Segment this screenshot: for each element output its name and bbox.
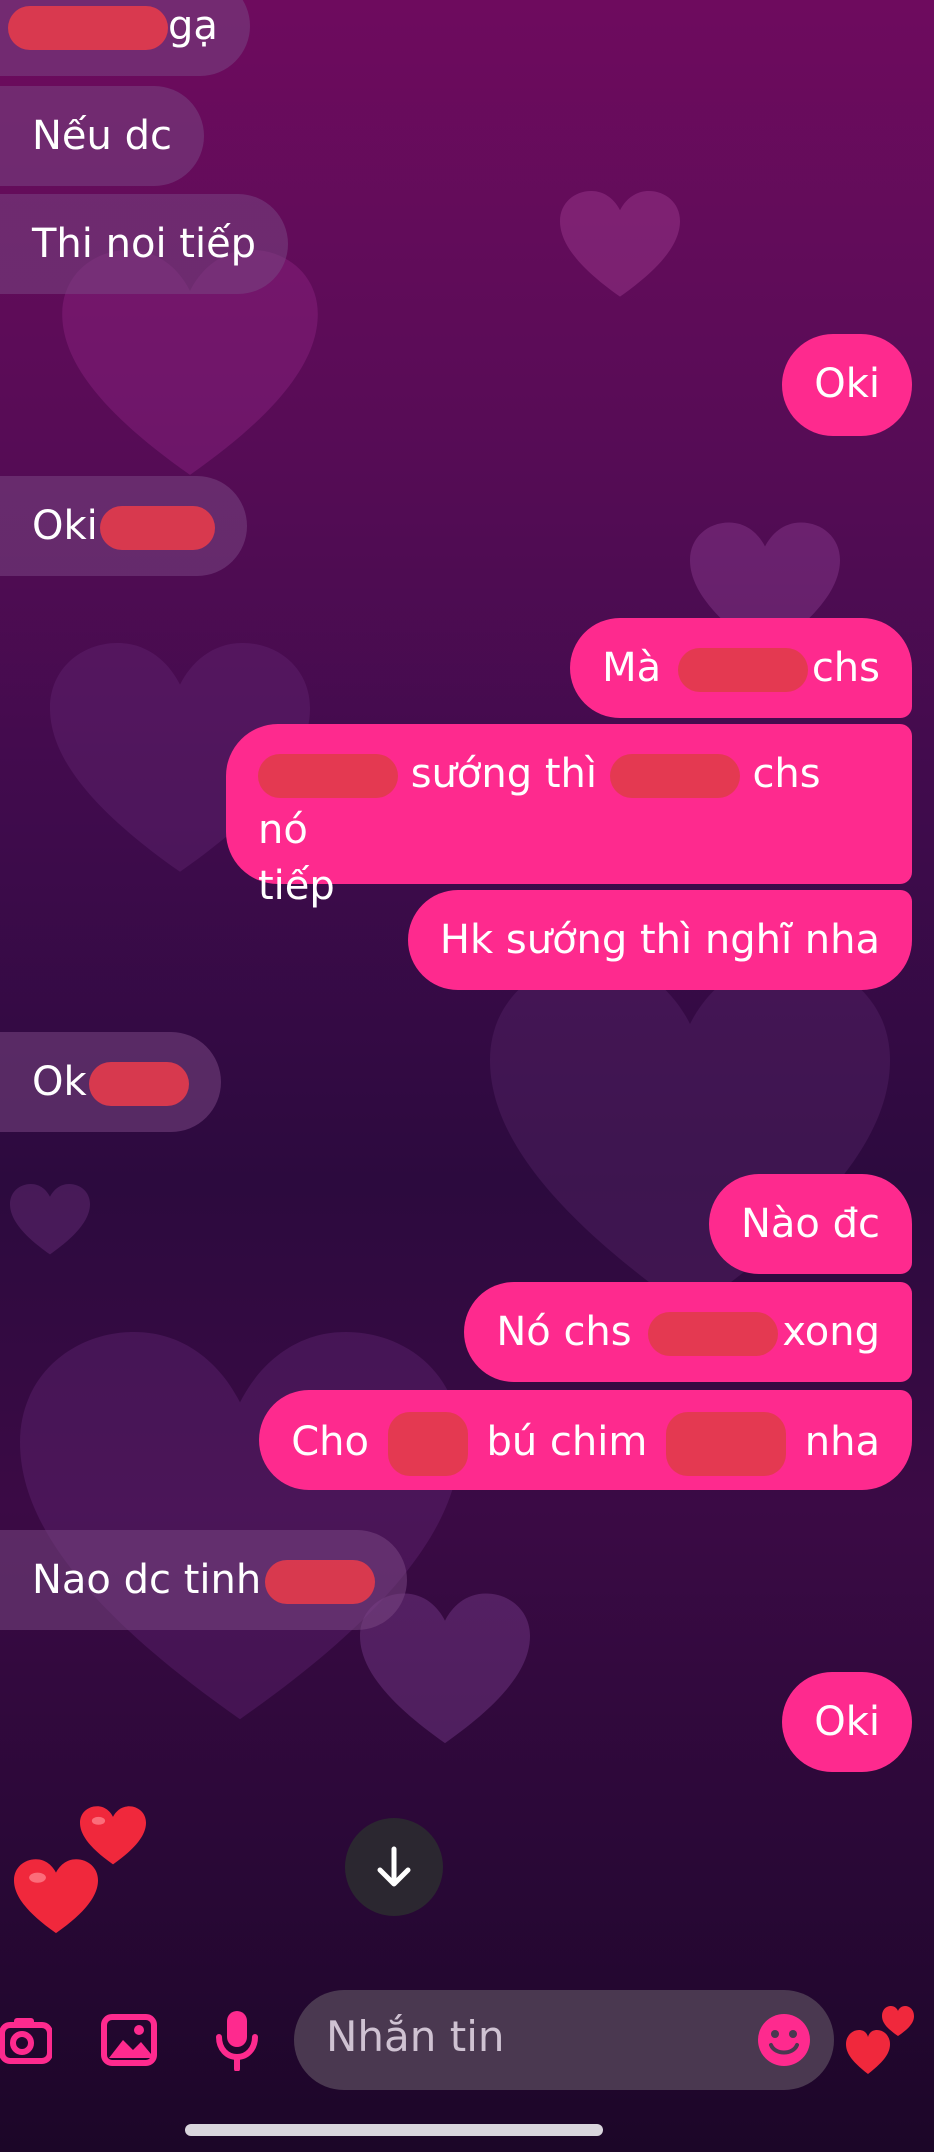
incoming-message[interactable]: Ok (0, 1032, 221, 1132)
incoming-message[interactable]: Nao dc tinh (0, 1530, 408, 1630)
incoming-message[interactable]: Thi noi tiếp (0, 194, 289, 294)
message-text: Nếu dc (32, 113, 172, 159)
message-text: Hk sướng thì nghĩ nha (439, 917, 880, 963)
message-text: Oki (814, 1699, 880, 1745)
redaction-mark (265, 1560, 376, 1604)
redaction-mark (677, 648, 808, 692)
redaction-mark (8, 6, 168, 50)
redaction-mark (99, 506, 215, 550)
message-text: bú chim (486, 1419, 648, 1465)
message-text: tiếp (258, 863, 335, 909)
outgoing-message[interactable]: sướng thì chs nó tiếp (226, 724, 912, 909)
camera-icon[interactable] (0, 2009, 52, 2071)
redaction-mark (609, 754, 740, 798)
incoming-message[interactable]: Oki (0, 476, 247, 576)
message-text: Nao dc tinh (32, 1557, 262, 1603)
message-text: Cho (291, 1419, 370, 1465)
message-text: Nào đc (740, 1201, 880, 1247)
outgoing-message[interactable]: Hk sướng thì nghĩ nha (407, 890, 912, 990)
message-text: Mà (602, 645, 662, 691)
message-text: chs (811, 645, 880, 691)
message-composer: Nhắn tin (0, 1985, 934, 2095)
scroll-to-bottom-button[interactable] (345, 1818, 443, 1916)
outgoing-message[interactable]: Oki (782, 334, 912, 436)
message-text: Oki (814, 361, 880, 407)
message-input[interactable]: Nhắn tin (294, 1990, 834, 2090)
outgoing-message[interactable]: Mà chs (570, 618, 912, 718)
outgoing-message[interactable]: Nó chs xong (464, 1282, 912, 1382)
outgoing-message[interactable]: Nào đc (708, 1174, 912, 1274)
outgoing-message[interactable]: Cho bú chim nha (259, 1390, 912, 1490)
image-icon[interactable] (100, 2009, 158, 2071)
arrow-down-icon (377, 1846, 411, 1887)
redaction-mark (258, 754, 398, 798)
redaction-mark (88, 1062, 189, 1106)
incoming-message[interactable]: Nếu dc (0, 86, 204, 186)
message-text: Ok (32, 1059, 87, 1105)
message-text: gạ (168, 3, 218, 49)
redaction-mark (666, 1412, 787, 1476)
incoming-message[interactable]: gạ (0, 0, 250, 76)
heart-icon[interactable] (846, 1995, 916, 2085)
message-text: Thi noi tiếp (32, 221, 257, 267)
message-text: Nó chs (496, 1309, 632, 1355)
home-gesture-bar[interactable] (185, 2124, 603, 2136)
redaction-mark (648, 1312, 779, 1356)
message-text: sướng thì (410, 751, 597, 797)
emoji-icon[interactable] (756, 2012, 812, 2072)
message-text: nha (804, 1419, 880, 1465)
microphone-icon[interactable] (212, 2005, 262, 2075)
heart-reaction-icon (14, 1858, 98, 1936)
redaction-mark (387, 1412, 468, 1476)
message-text: xong (782, 1309, 880, 1355)
message-input-placeholder: Nhắn tin (326, 2012, 505, 2061)
outgoing-message[interactable]: Oki (782, 1672, 912, 1772)
message-text: Oki (32, 503, 98, 549)
message-list[interactable]: gạ Nếu dc Thi noi tiếp Oki Oki Mà chs sư… (0, 0, 934, 1980)
heart-reaction-icon (80, 1806, 146, 1866)
